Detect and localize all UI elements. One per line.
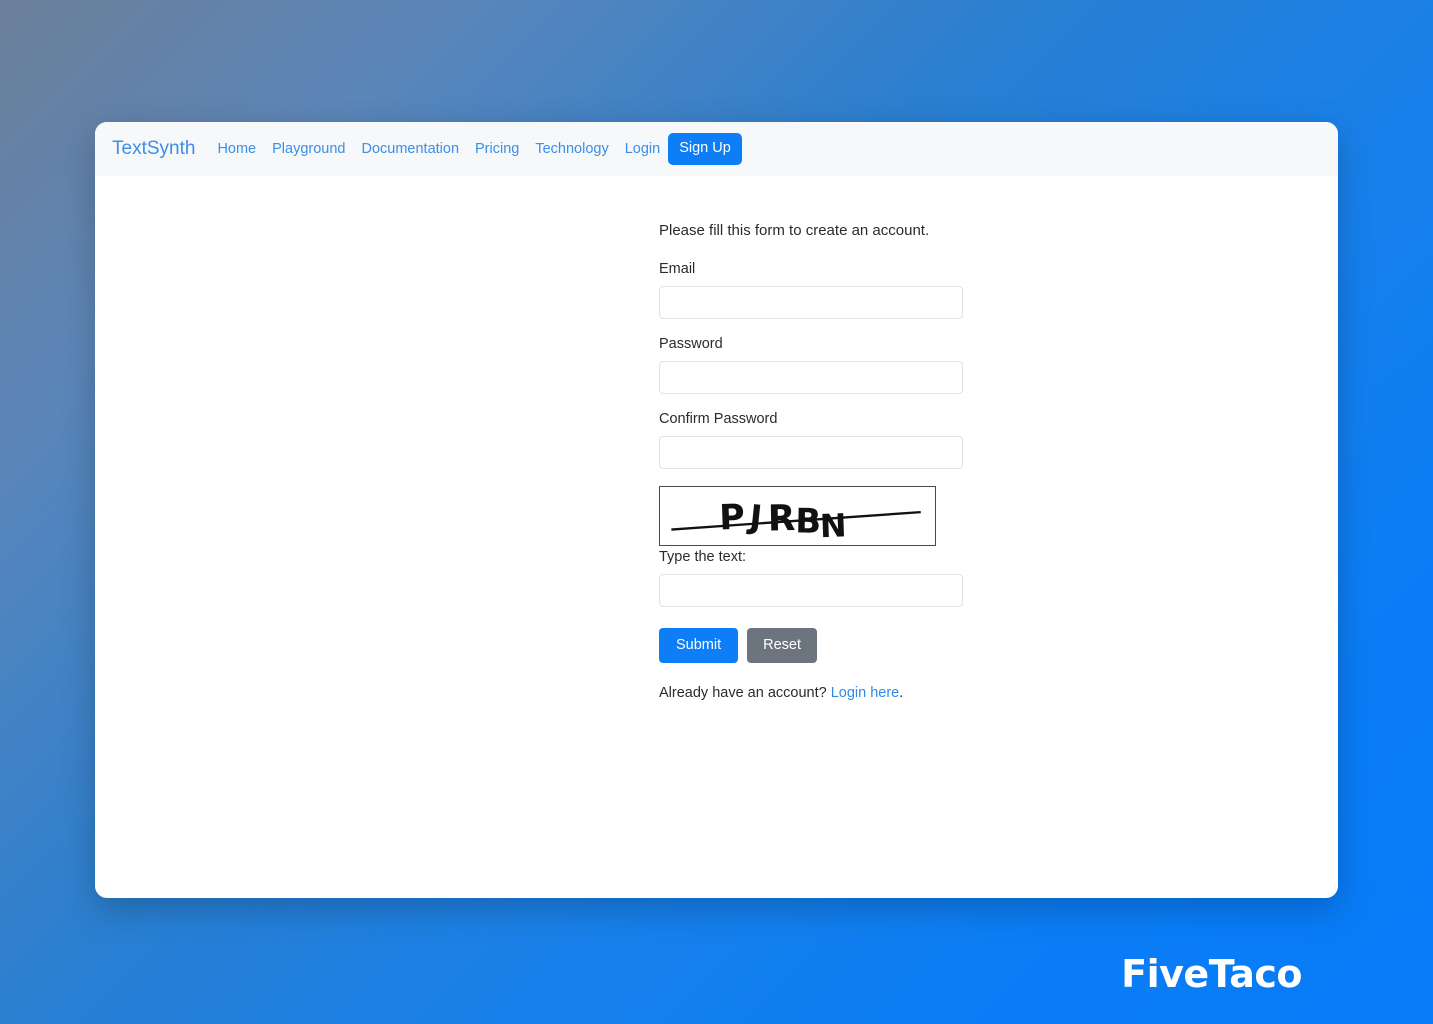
captcha-char-1: P: [719, 498, 746, 539]
email-input[interactable]: [659, 286, 963, 319]
nav-link-playground[interactable]: Playground: [272, 142, 345, 157]
captcha-char-3: R: [767, 498, 795, 539]
confirm-password-label: Confirm Password: [659, 411, 778, 427]
field-group-password: Password: [659, 336, 969, 394]
browser-page-card: TextSynth Home Playground Documentation …: [95, 122, 1338, 898]
password-input[interactable]: [659, 361, 963, 394]
reset-button[interactable]: Reset: [747, 628, 818, 664]
email-label: Email: [659, 261, 696, 277]
submit-button[interactable]: Submit: [659, 628, 739, 664]
form-intro-text: Please fill this form to create an accou…: [659, 222, 930, 239]
field-group-email: Email: [659, 261, 969, 319]
nav-link-pricing[interactable]: Pricing: [475, 142, 519, 157]
password-label: Password: [659, 336, 723, 352]
nav-link-login[interactable]: Login: [625, 142, 660, 157]
captcha-char-5: N: [819, 506, 847, 545]
captcha-image: P J R B N: [659, 486, 936, 546]
brand-textsynth[interactable]: TextSynth: [112, 138, 195, 160]
captcha-input[interactable]: [659, 574, 963, 607]
signup-form: Please fill this form to create an accou…: [659, 222, 969, 701]
form-actions: Submit Reset: [659, 628, 969, 664]
captcha-char-2: J: [746, 497, 764, 537]
nav-link-home[interactable]: Home: [217, 142, 256, 157]
fivetaco-watermark: FiveTaco: [1121, 952, 1302, 996]
login-prompt: Already have an account? Login here.: [659, 685, 969, 701]
field-group-confirm-password: Confirm Password: [659, 411, 969, 469]
login-prompt-period: .: [899, 685, 904, 702]
login-prompt-text: Already have an account?: [659, 685, 827, 702]
signup-button[interactable]: Sign Up: [668, 133, 742, 165]
nav-link-documentation[interactable]: Documentation: [361, 142, 459, 157]
captcha-label: Type the text:: [659, 549, 747, 565]
nav-link-technology[interactable]: Technology: [535, 142, 608, 157]
login-here-link[interactable]: Login here: [831, 685, 900, 701]
navbar: TextSynth Home Playground Documentation …: [95, 122, 1338, 176]
confirm-password-input[interactable]: [659, 436, 963, 469]
